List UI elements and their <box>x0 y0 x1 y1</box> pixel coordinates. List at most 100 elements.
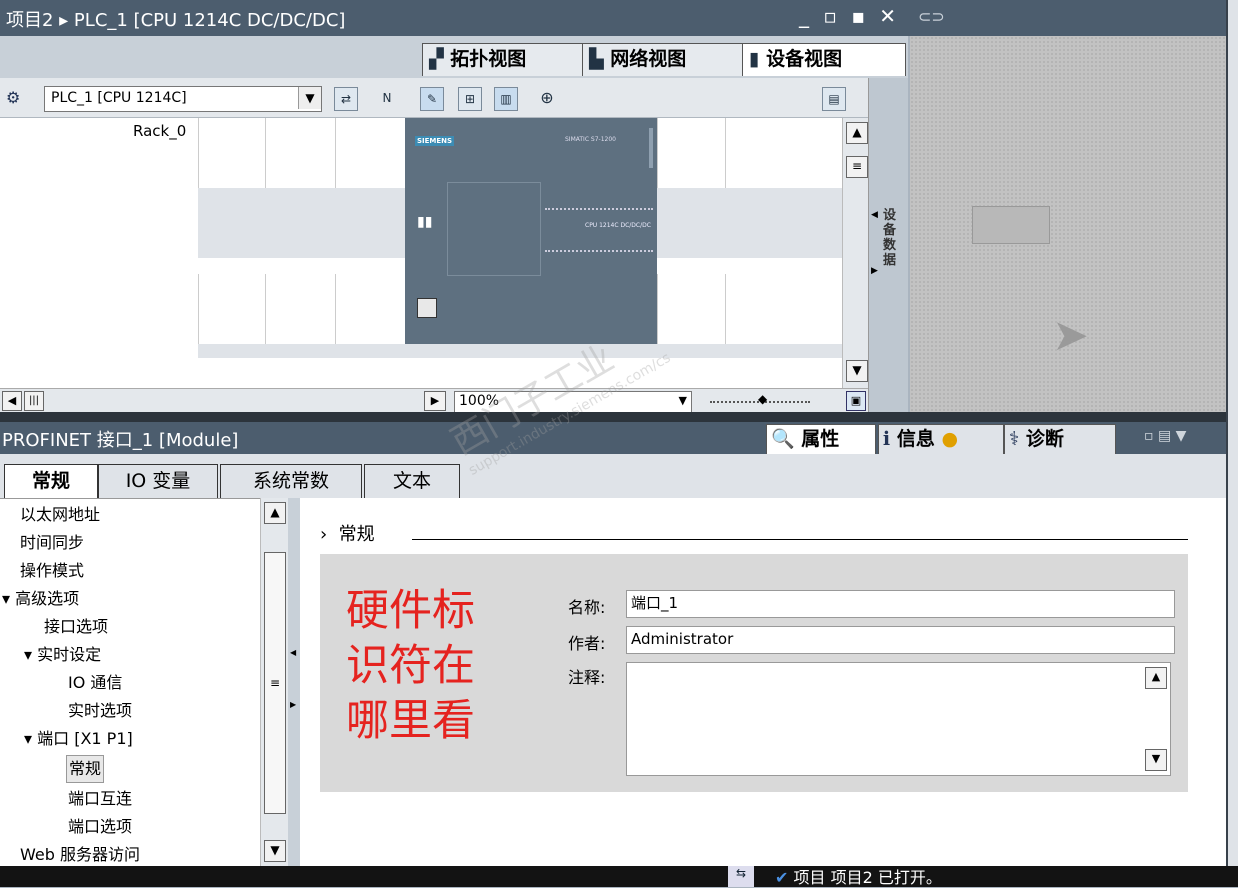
subtab-system-constants[interactable]: 系统常数 <box>220 464 362 499</box>
table-icon[interactable]: ▥ <box>494 87 518 111</box>
nav-item[interactable]: ▾ 高级选项 <box>2 585 79 613</box>
canvas-vertical-scrollbar[interactable]: ▲ ≡ ▼ <box>842 118 868 388</box>
overview-navigator-icon[interactable]: ▣ <box>846 391 866 411</box>
subtab-io-tags[interactable]: IO 变量 <box>98 464 218 499</box>
scroll-thumb[interactable]: ≡ <box>264 552 286 814</box>
rack-slot[interactable] <box>657 274 724 344</box>
task-cards-strip[interactable] <box>1226 0 1238 866</box>
rack-slot[interactable] <box>725 118 792 188</box>
section-title[interactable]: › 常规 <box>320 520 375 546</box>
inspector-subtabs: 常规 IO 变量 系统常数 文本 <box>0 454 1226 499</box>
name-icon[interactable]: N <box>376 87 398 109</box>
nav-item[interactable]: 操作模式 <box>20 557 84 585</box>
io-led-row <box>545 208 653 214</box>
properties-content: › 常规 硬件标识符在哪里看 名称: 端口_1 作者: Administrato… <box>300 498 1226 866</box>
overview-navigation-panel[interactable]: ➤ <box>910 36 1226 412</box>
name-label: 名称: <box>568 598 606 617</box>
swap-icon[interactable]: ⇄ <box>334 87 358 111</box>
scroll-up-icon[interactable]: ▲ <box>1145 667 1167 689</box>
tab-network-view[interactable]: ▙ 网络视图 <box>582 43 746 76</box>
author-label: 作者: <box>568 634 606 653</box>
nav-item[interactable]: Web 服务器访问 <box>20 841 140 869</box>
nav-item[interactable]: IO 通信 <box>68 669 122 697</box>
collapse-left-icon[interactable]: ◀ <box>290 648 296 657</box>
tab-info[interactable]: ℹ 信息 ● <box>878 424 1004 455</box>
tab-label: 诊断 <box>1025 428 1064 450</box>
section-title-text: 常规 <box>338 524 375 545</box>
section-divider <box>412 539 1188 540</box>
collapse-left-icon[interactable]: ◀ <box>871 210 878 220</box>
pin-icon[interactable]: ⊂⊃ <box>918 7 945 26</box>
scroll-right-icon[interactable]: ▶ <box>424 391 446 411</box>
scroll-down-icon[interactable]: ▼ <box>1145 749 1167 771</box>
view-tabs: ▞ 拓扑视图 ▙ 网络视图 ▮ 设备视图 <box>0 36 908 78</box>
network-icon: ▙ <box>589 48 604 70</box>
draw-icon[interactable]: ✎ <box>420 87 444 111</box>
rack-slot[interactable] <box>198 118 265 188</box>
comment-field[interactable]: ▲ ▼ <box>626 662 1171 776</box>
tab-topology-view[interactable]: ▞ 拓扑视图 <box>422 43 586 76</box>
device-tree-icon[interactable]: ⚙ <box>6 88 20 107</box>
nav-item[interactable]: 时间同步 <box>20 529 84 557</box>
grid-icon[interactable]: ⊞ <box>458 87 482 111</box>
rack-slot[interactable] <box>335 118 402 188</box>
tab-label: 设备视图 <box>766 48 843 70</box>
inspector-title: PROFINET 接口_1 [Module] <box>2 430 239 451</box>
nav-item[interactable]: ▾ 实时设定 <box>24 641 101 669</box>
tab-device-view[interactable]: ▮ 设备视图 <box>742 43 906 76</box>
device-select[interactable]: PLC_1 [CPU 1214C] ▼ <box>44 86 322 112</box>
zoom-icon[interactable]: ⊕ <box>536 87 558 109</box>
side-tab-label: 设备数据 <box>883 208 897 268</box>
scroll-thumb[interactable]: ≡ <box>846 156 868 178</box>
nav-item[interactable]: ▾ 端口 [X1 P1] <box>24 725 133 753</box>
subtab-texts[interactable]: 文本 <box>364 464 460 499</box>
portal-view-icon[interactable]: ⇆ <box>728 866 754 887</box>
scroll-down-icon[interactable]: ▼ <box>264 840 286 862</box>
nav-item[interactable]: 以太网地址 <box>20 501 100 529</box>
ethernet-port-icon[interactable] <box>417 298 437 318</box>
splitter[interactable] <box>0 412 1226 422</box>
tab-diagnostics[interactable]: ⚕ 诊断 <box>1004 424 1116 455</box>
panel-controls-icon[interactable]: ▫ ▤ ▼ <box>1144 428 1186 444</box>
tab-label: 拓扑视图 <box>450 48 527 70</box>
tab-properties[interactable]: 🔍 属性 <box>766 424 876 455</box>
cpu-module[interactable]: SIEMENS SIMATIC S7-1200 ▮▮ CPU 1214C DC/… <box>405 118 657 344</box>
nav-item[interactable]: 端口选项 <box>68 813 132 841</box>
expand-right-icon[interactable]: ▶ <box>871 266 878 276</box>
nav-item[interactable]: 接口选项 <box>44 613 108 641</box>
annotation-text: 硬件标识符在哪里看 <box>346 586 475 746</box>
nav-item-selected[interactable]: 常规 <box>66 755 105 783</box>
scroll-up-icon[interactable]: ▲ <box>846 122 868 144</box>
module-handle <box>649 128 653 168</box>
scroll-up-icon[interactable]: ▲ <box>264 502 286 524</box>
rack-slot[interactable] <box>198 274 265 344</box>
nav-splitter[interactable]: ◀ ▶ <box>288 498 300 866</box>
expand-right-icon[interactable]: ▶ <box>290 700 296 709</box>
scroll-down-icon[interactable]: ▼ <box>846 360 868 382</box>
topology-icon: ▞ <box>429 48 444 70</box>
chevron-down-icon[interactable]: ▼ <box>679 392 687 410</box>
window-controls[interactable]: _ ▫ ▪ ✕ <box>799 4 900 28</box>
subtab-general[interactable]: 常规 <box>4 464 98 499</box>
device-icon: ▮ <box>749 48 760 70</box>
scroll-left-icon[interactable]: ◀ <box>2 391 22 411</box>
device-data-side-tab[interactable]: ◀ ▶ 设备数据 <box>868 78 908 412</box>
author-field[interactable]: Administrator <box>626 626 1175 654</box>
name-field[interactable]: 端口_1 <box>626 590 1175 618</box>
nav-scrollbar[interactable]: ▲ ≡ ▼ <box>260 498 288 866</box>
nav-item[interactable]: 实时选项 <box>68 697 132 725</box>
rack-slot[interactable] <box>725 274 792 344</box>
nav-item[interactable]: 端口互连 <box>68 785 132 813</box>
canvas-status-strip: ◀ ||| ▶ 100% ▼ ◆ ▣ <box>0 388 868 413</box>
zoom-slider-handle[interactable]: ◆ <box>758 392 767 406</box>
chevron-down-icon[interactable]: ▼ <box>298 87 321 109</box>
tab-label: 信息 <box>896 428 935 450</box>
overview-icon[interactable]: ▤ <box>822 87 846 111</box>
rack-slot[interactable] <box>265 118 332 188</box>
rack-slot[interactable] <box>335 274 402 344</box>
h-scroll-thumb[interactable]: ||| <box>24 391 44 411</box>
device-canvas[interactable]: Rack_0 SIEMENS SIMATIC S7-1200 ▮▮ CPU 12… <box>0 118 842 388</box>
rack-slot[interactable] <box>265 274 332 344</box>
properties-nav-tree: 以太网地址 时间同步 操作模式 ▾ 高级选项 接口选项 ▾ 实时设定 IO 通信… <box>0 498 260 866</box>
rack-slot[interactable] <box>657 118 724 188</box>
